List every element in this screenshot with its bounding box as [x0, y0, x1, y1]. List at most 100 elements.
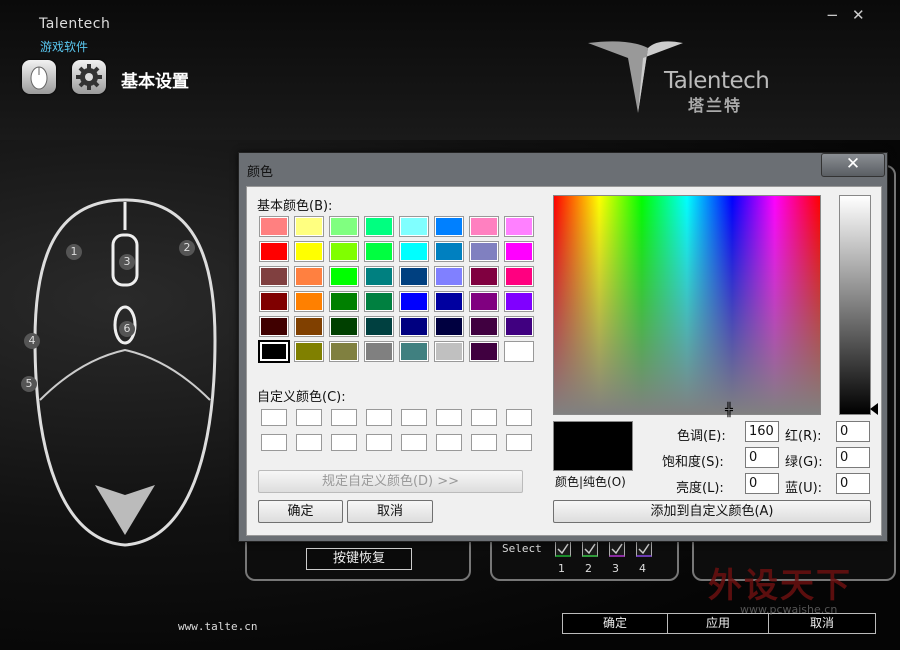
- basic-color-swatch[interactable]: [504, 216, 534, 237]
- basic-color-swatch[interactable]: [504, 241, 534, 262]
- basic-color-swatch[interactable]: [469, 266, 499, 287]
- custom-color-swatch[interactable]: [331, 434, 357, 451]
- mouse-button-3[interactable]: 3: [119, 254, 135, 270]
- basic-color-swatch[interactable]: [294, 291, 324, 312]
- custom-color-swatch[interactable]: [296, 434, 322, 451]
- red-input[interactable]: 0: [836, 421, 870, 442]
- select-checkbox-3[interactable]: [609, 540, 625, 557]
- basic-color-swatch[interactable]: [399, 291, 429, 312]
- custom-color-swatch[interactable]: [401, 434, 427, 451]
- basic-color-swatch[interactable]: [329, 291, 359, 312]
- basic-color-swatch[interactable]: [259, 291, 289, 312]
- cancel-button[interactable]: 取消: [768, 613, 876, 634]
- basic-color-swatch[interactable]: [504, 341, 534, 362]
- custom-color-swatch[interactable]: [436, 409, 462, 426]
- basic-color-swatch[interactable]: [364, 241, 394, 262]
- luminance-arrow-icon[interactable]: [870, 403, 878, 415]
- basic-color-swatch[interactable]: [294, 266, 324, 287]
- custom-color-swatch[interactable]: [296, 409, 322, 426]
- apply-button[interactable]: 应用: [667, 613, 769, 634]
- basic-color-swatch[interactable]: [259, 266, 289, 287]
- basic-color-swatch[interactable]: [399, 266, 429, 287]
- mouse-icon[interactable]: [22, 60, 56, 94]
- select-checkbox-2[interactable]: [582, 540, 598, 557]
- ok-button[interactable]: 确定: [562, 613, 668, 634]
- custom-color-swatch[interactable]: [366, 434, 392, 451]
- mouse-button-6[interactable]: 6: [119, 321, 135, 337]
- basic-color-swatch[interactable]: [469, 341, 499, 362]
- basic-color-swatch[interactable]: [329, 241, 359, 262]
- close-button[interactable]: ✕: [852, 6, 865, 24]
- basic-color-swatch[interactable]: [364, 216, 394, 237]
- basic-color-swatch[interactable]: [399, 241, 429, 262]
- custom-color-swatch[interactable]: [366, 409, 392, 426]
- basic-color-swatch[interactable]: [329, 341, 359, 362]
- add-custom-button[interactable]: 添加到自定义颜色(A): [553, 500, 871, 523]
- basic-color-swatch[interactable]: [364, 291, 394, 312]
- spectrum-crosshair-icon[interactable]: ╬: [725, 403, 733, 418]
- custom-color-swatch[interactable]: [331, 409, 357, 426]
- custom-color-swatch[interactable]: [261, 409, 287, 426]
- basic-color-swatch[interactable]: [434, 291, 464, 312]
- dialog-cancel-button[interactable]: 取消: [347, 500, 433, 523]
- basic-color-swatch[interactable]: [294, 316, 324, 337]
- custom-color-swatch[interactable]: [436, 434, 462, 451]
- custom-color-swatch[interactable]: [506, 434, 532, 451]
- basic-color-swatch[interactable]: [364, 266, 394, 287]
- basic-color-swatch[interactable]: [469, 216, 499, 237]
- basic-color-swatch[interactable]: [469, 241, 499, 262]
- website-url[interactable]: www.talte.cn: [178, 620, 257, 633]
- select-number-1: 1: [558, 562, 565, 575]
- basic-color-swatch[interactable]: [329, 316, 359, 337]
- basic-color-swatch[interactable]: [258, 340, 290, 363]
- basic-color-swatch[interactable]: [294, 341, 324, 362]
- blue-input[interactable]: 0: [836, 473, 870, 494]
- custom-color-swatch[interactable]: [261, 434, 287, 451]
- mouse-button-5[interactable]: 5: [21, 376, 37, 392]
- basic-color-swatch[interactable]: [399, 216, 429, 237]
- dialog-ok-button[interactable]: 确定: [258, 500, 343, 523]
- basic-color-swatch[interactable]: [294, 241, 324, 262]
- basic-color-swatch[interactable]: [504, 266, 534, 287]
- basic-color-swatch[interactable]: [469, 291, 499, 312]
- gear-icon[interactable]: [72, 60, 106, 94]
- luminance-slider[interactable]: [839, 195, 871, 415]
- define-custom-button[interactable]: 规定自定义颜色(D) >>: [258, 470, 523, 493]
- basic-color-swatch[interactable]: [259, 316, 289, 337]
- dialog-close-button[interactable]: ✕: [821, 153, 885, 177]
- basic-color-swatch[interactable]: [294, 216, 324, 237]
- basic-color-swatch[interactable]: [504, 291, 534, 312]
- minimize-button[interactable]: −: [826, 6, 839, 24]
- basic-color-swatch[interactable]: [329, 216, 359, 237]
- basic-color-swatch[interactable]: [504, 316, 534, 337]
- custom-color-swatch[interactable]: [471, 409, 497, 426]
- basic-color-swatch[interactable]: [259, 241, 289, 262]
- basic-color-swatch[interactable]: [434, 316, 464, 337]
- mouse-button-1[interactable]: 1: [66, 244, 82, 260]
- mouse-button-2[interactable]: 2: [179, 240, 195, 256]
- basic-color-swatch[interactable]: [259, 216, 289, 237]
- basic-colors-label: 基本颜色(B):: [257, 199, 333, 214]
- select-checkbox-4[interactable]: [636, 540, 652, 557]
- mouse-button-4[interactable]: 4: [24, 333, 40, 349]
- custom-color-swatch[interactable]: [506, 409, 532, 426]
- basic-color-swatch[interactable]: [329, 266, 359, 287]
- saturation-input[interactable]: 0: [745, 447, 779, 468]
- basic-color-swatch[interactable]: [364, 341, 394, 362]
- basic-color-swatch[interactable]: [434, 341, 464, 362]
- key-restore-button[interactable]: 按键恢复: [306, 548, 412, 570]
- luminance-input[interactable]: 0: [745, 473, 779, 494]
- basic-color-swatch[interactable]: [434, 241, 464, 262]
- basic-color-swatch[interactable]: [399, 341, 429, 362]
- select-checkbox-1[interactable]: [555, 540, 571, 557]
- color-spectrum[interactable]: [553, 195, 821, 415]
- hue-input[interactable]: 160: [745, 421, 779, 442]
- basic-color-swatch[interactable]: [469, 316, 499, 337]
- basic-color-swatch[interactable]: [399, 316, 429, 337]
- basic-color-swatch[interactable]: [364, 316, 394, 337]
- green-input[interactable]: 0: [836, 447, 870, 468]
- basic-color-swatch[interactable]: [434, 216, 464, 237]
- custom-color-swatch[interactable]: [401, 409, 427, 426]
- custom-color-swatch[interactable]: [471, 434, 497, 451]
- basic-color-swatch[interactable]: [434, 266, 464, 287]
